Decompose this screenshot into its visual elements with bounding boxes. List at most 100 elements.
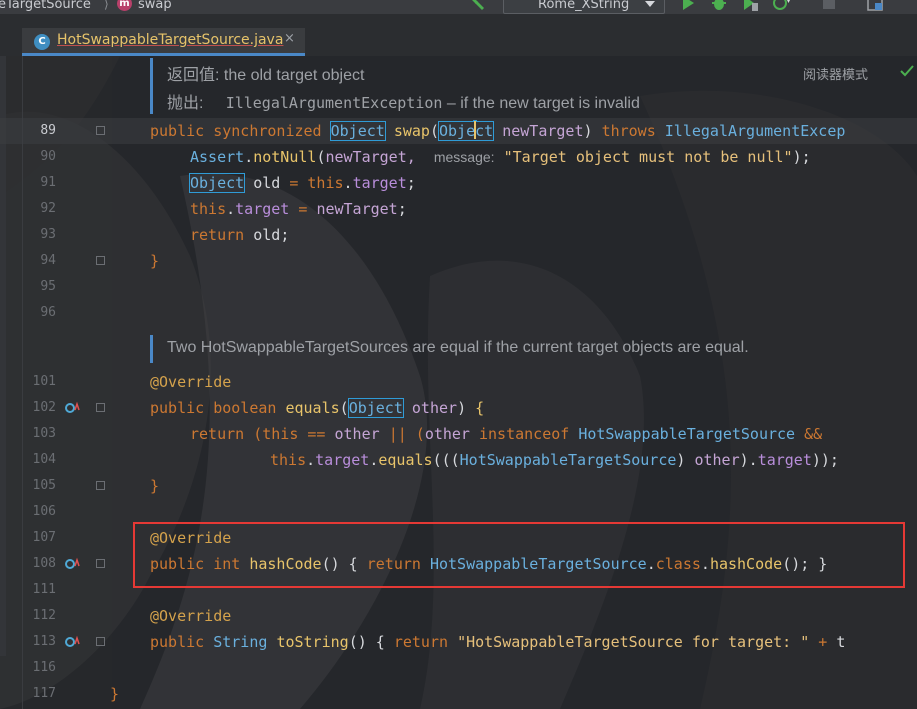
doc-throws-label: 抛出:	[167, 95, 204, 112]
parameter: newTarget	[502, 122, 584, 140]
run-configuration-select[interactable]: Rome_XString	[503, 0, 665, 14]
keyword: this	[190, 200, 227, 218]
operator: +	[818, 633, 828, 651]
fold-marker[interactable]	[96, 637, 105, 646]
type-name: HotSwappableTargetSource	[459, 451, 677, 469]
type-name-part: ct	[475, 122, 494, 140]
hammer-icon[interactable]	[466, 0, 488, 12]
line-number: 113	[32, 634, 56, 649]
keyword: this	[262, 425, 299, 443]
code-line-92[interactable]: this.target = newTarget;	[190, 199, 407, 219]
annotation: @Override	[150, 373, 232, 391]
code-line-102[interactable]: public boolean equals(Object other) {	[150, 398, 484, 418]
type-name: Object	[347, 398, 404, 418]
keyword: this	[270, 451, 307, 469]
keyword: return	[190, 226, 245, 244]
reader-mode-button[interactable]: 阅读器模式	[803, 64, 868, 83]
profile-icon[interactable]	[772, 0, 790, 12]
override-method-icon[interactable]	[64, 557, 80, 571]
type-name-part: Obje	[439, 122, 476, 140]
code-line-103[interactable]: return (this == other || (other instance…	[190, 424, 822, 444]
line-number: 95	[40, 279, 56, 294]
line-number: 108	[32, 556, 56, 571]
code-line-104[interactable]: this.target.equals(((HotSwappableTargetS…	[270, 450, 839, 470]
string-literal: "Target object must not be null"	[503, 148, 793, 166]
code-line-91[interactable]: Object old = this.target;	[188, 173, 416, 193]
keyword: public	[150, 399, 205, 417]
coverage-icon[interactable]	[741, 0, 759, 12]
fold-marker[interactable]	[96, 256, 105, 265]
parameter-hint: message:	[433, 149, 495, 165]
brace: }	[110, 685, 120, 703]
code-line-101[interactable]: @Override	[150, 372, 231, 392]
type-name: Object	[188, 173, 246, 193]
stop-icon[interactable]	[820, 0, 838, 12]
doc-returns-label: 返回值:	[167, 67, 220, 84]
fold-marker[interactable]	[96, 481, 105, 490]
override-method-icon[interactable]	[64, 401, 80, 415]
variable: old	[253, 174, 281, 192]
doc-throws-text: – if the new target is invalid	[446, 95, 640, 112]
close-icon[interactable]: ×	[284, 31, 295, 46]
doc-throws-exception[interactable]: IllegalArgumentException	[226, 94, 443, 112]
operator: ||	[388, 425, 407, 443]
code-line-117[interactable]: }	[110, 684, 119, 704]
editor-tab-strip: C HotSwappableTargetSource.java ×	[0, 14, 917, 56]
layout-icon[interactable]	[866, 0, 884, 12]
line-number: 101	[32, 374, 56, 389]
line-number: 103	[32, 426, 56, 441]
line-number: 96	[40, 305, 56, 320]
breadcrumb-method[interactable]: swap	[138, 0, 172, 12]
keyword: public	[150, 122, 205, 140]
override-method-icon[interactable]	[64, 635, 80, 649]
check-icon[interactable]	[900, 64, 914, 78]
field: target	[757, 451, 812, 469]
line-number: 104	[32, 452, 56, 467]
code-line-90[interactable]: Assert.notNull(newTarget, message: "Targ…	[190, 147, 811, 167]
code-line-94[interactable]: }	[150, 251, 159, 271]
keyword: throws	[601, 122, 656, 140]
field: target	[235, 200, 290, 218]
highlight-box	[133, 522, 905, 588]
field: target	[315, 451, 370, 469]
code-line-112[interactable]: @Override	[150, 606, 231, 626]
variable: other	[424, 425, 470, 443]
variable: other	[694, 451, 740, 469]
exception-type: IllegalArgumentExcep	[664, 122, 846, 140]
fold-marker[interactable]	[96, 403, 105, 412]
string-literal: "HotSwappableTargetSource for target: "	[457, 633, 810, 651]
run-icon[interactable]	[679, 0, 697, 12]
line-number: 116	[32, 660, 56, 675]
method-name: equals	[378, 451, 433, 469]
parameter: other	[411, 399, 458, 417]
code-line-89[interactable]: public synchronized Object swap(Object n…	[150, 121, 845, 141]
keyword: public	[150, 633, 205, 651]
code-overflow: t	[836, 633, 846, 651]
type-name: String	[213, 633, 268, 651]
java-class-icon: C	[34, 34, 50, 50]
fold-marker[interactable]	[96, 559, 105, 568]
brace: }	[150, 477, 160, 495]
tab-title: HotSwappableTargetSource.java	[57, 32, 284, 48]
field: target	[352, 174, 407, 192]
keyword: boolean	[213, 399, 277, 417]
breadcrumb-class[interactable]: eTargetSource	[0, 0, 91, 12]
variable: old	[253, 226, 281, 244]
code-line-93[interactable]: return old;	[190, 225, 289, 245]
code-line-113[interactable]: public String toString() { return "HotSw…	[150, 632, 845, 652]
doc-returns: 返回值: the old target object	[167, 61, 364, 85]
line-number: 89	[40, 123, 56, 138]
navigation-bar: eTargetSource ⟩ m swap Rome_XString	[0, 0, 917, 14]
operator: =	[298, 200, 308, 218]
method-name: swap	[393, 122, 430, 140]
editor-gutter	[0, 56, 112, 709]
keyword: return	[393, 633, 449, 651]
doc-equals: Two HotSwappableTargetSources are equal …	[167, 339, 749, 356]
operator: =	[289, 174, 299, 192]
debug-icon[interactable]	[710, 0, 728, 12]
left-tool-strip	[0, 56, 6, 656]
code-line-105[interactable]: }	[150, 476, 159, 496]
run-configuration-label: Rome_XString	[538, 0, 630, 12]
tab-hot-swappable-target-source[interactable]: C HotSwappableTargetSource.java ×	[22, 28, 305, 56]
fold-marker[interactable]	[96, 126, 105, 135]
